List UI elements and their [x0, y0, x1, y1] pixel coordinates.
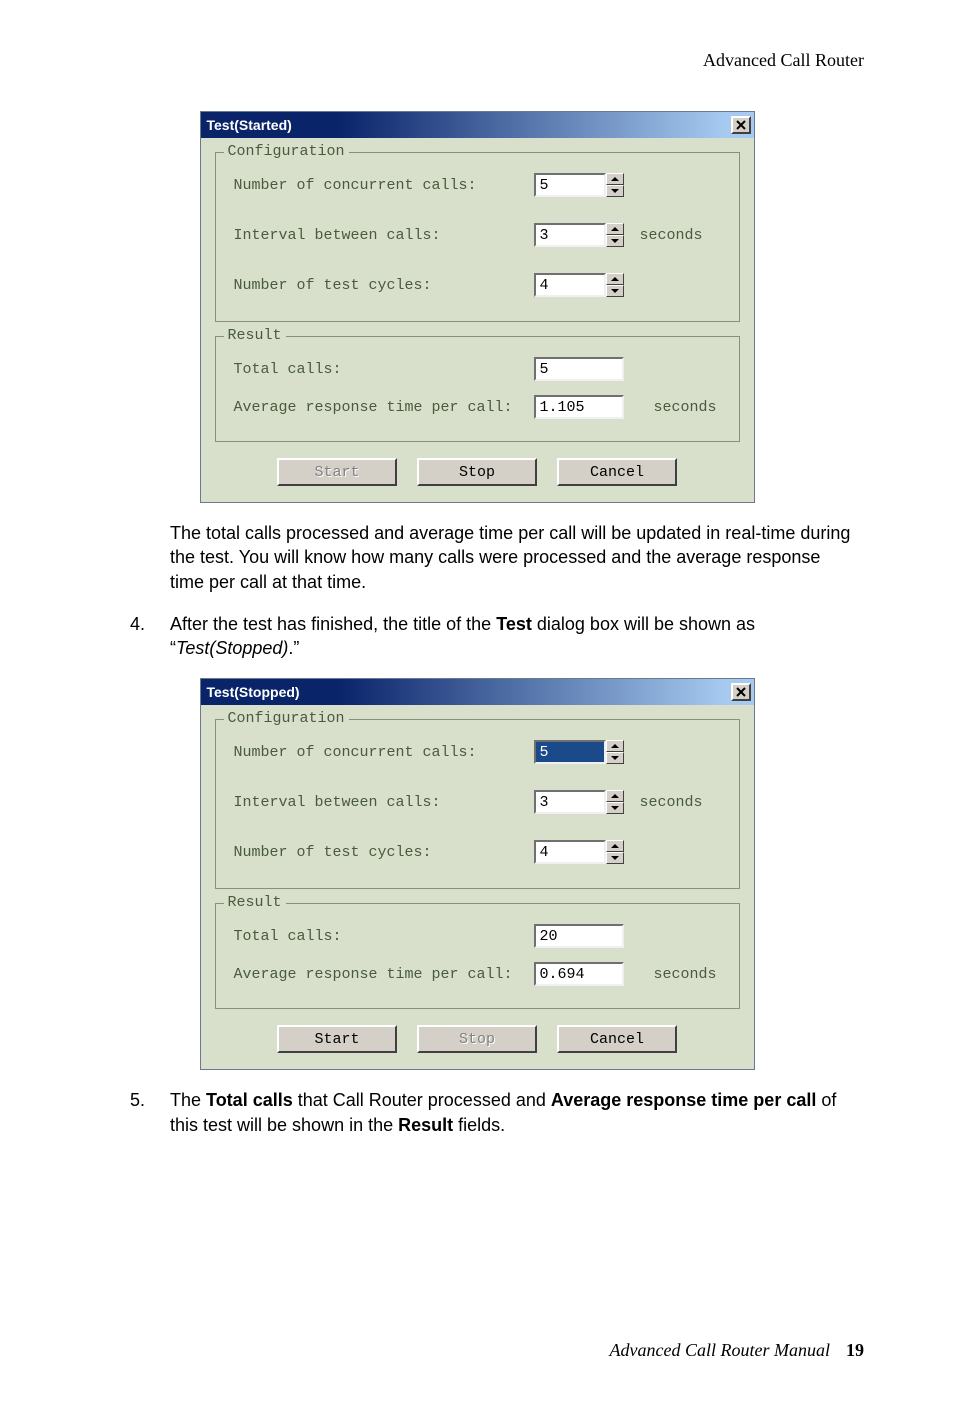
total-calls-value: 5 — [534, 357, 624, 381]
concurrent-calls-input[interactable] — [534, 740, 606, 764]
total-calls-value: 20 — [534, 924, 624, 948]
cycles-input[interactable] — [534, 273, 606, 297]
chevron-up-icon[interactable] — [606, 273, 624, 285]
interval-spinner[interactable] — [534, 790, 624, 814]
result-group: Result Total calls: 5 Average response t… — [215, 336, 740, 442]
chevron-down-icon[interactable] — [606, 185, 624, 197]
paragraph-realtime: The total calls processed and average ti… — [170, 521, 854, 594]
dialog-test-stopped: Test(Stopped) Configuration Number of co… — [200, 678, 755, 1070]
titlebar-started: Test(Started) — [201, 112, 754, 138]
chevron-down-icon[interactable] — [606, 852, 624, 864]
list-item-5: The Total calls that Call Router process… — [170, 1088, 864, 1137]
interval-label: Interval between calls: — [234, 794, 534, 811]
spinner-buttons[interactable] — [606, 790, 624, 814]
chevron-down-icon[interactable] — [606, 752, 624, 764]
chevron-down-icon[interactable] — [606, 235, 624, 247]
cycles-spinner[interactable] — [534, 840, 624, 864]
concurrent-calls-spinner[interactable] — [534, 740, 624, 764]
chevron-down-icon[interactable] — [606, 802, 624, 814]
dialog-title: Test(Stopped) — [207, 684, 300, 700]
chevron-up-icon[interactable] — [606, 223, 624, 235]
total-calls-label: Total calls: — [234, 361, 534, 378]
list-number-5: 5. — [130, 1088, 170, 1137]
page-header: Advanced Call Router — [90, 50, 864, 71]
configuration-group: Configuration Number of concurrent calls… — [215, 152, 740, 322]
list-item-4: After the test has finished, the title o… — [170, 612, 864, 661]
titlebar-stopped: Test(Stopped) — [201, 679, 754, 705]
spinner-buttons[interactable] — [606, 273, 624, 297]
spinner-buttons[interactable] — [606, 740, 624, 764]
result-legend: Result — [224, 894, 286, 911]
spinner-buttons[interactable] — [606, 173, 624, 197]
concurrent-calls-label: Number of concurrent calls: — [234, 744, 534, 761]
result-legend: Result — [224, 327, 286, 344]
chevron-up-icon[interactable] — [606, 840, 624, 852]
stop-button[interactable]: Stop — [417, 1025, 537, 1053]
chevron-up-icon[interactable] — [606, 740, 624, 752]
interval-spinner[interactable] — [534, 223, 624, 247]
seconds-unit: seconds — [654, 399, 717, 416]
stop-button[interactable]: Stop — [417, 458, 537, 486]
cycles-label: Number of test cycles: — [234, 277, 534, 294]
list-number-4: 4. — [130, 612, 170, 661]
spinner-buttons[interactable] — [606, 840, 624, 864]
dialog-title: Test(Started) — [207, 117, 292, 133]
chevron-down-icon[interactable] — [606, 285, 624, 297]
chevron-up-icon[interactable] — [606, 173, 624, 185]
concurrent-calls-spinner[interactable] — [534, 173, 624, 197]
close-icon[interactable] — [731, 683, 751, 701]
result-group: Result Total calls: 20 Average response … — [215, 903, 740, 1009]
interval-input[interactable] — [534, 223, 606, 247]
interval-input[interactable] — [534, 790, 606, 814]
dialog-test-started: Test(Started) Configuration Number of co… — [200, 111, 755, 503]
avg-response-value: 1.105 — [534, 395, 624, 419]
concurrent-calls-input[interactable] — [534, 173, 606, 197]
cycles-spinner[interactable] — [534, 273, 624, 297]
spinner-buttons[interactable] — [606, 223, 624, 247]
config-legend: Configuration — [224, 143, 349, 160]
avg-response-label: Average response time per call: — [234, 399, 534, 416]
configuration-group: Configuration Number of concurrent calls… — [215, 719, 740, 889]
cancel-button[interactable]: Cancel — [557, 458, 677, 486]
avg-response-value: 0.694 — [534, 962, 624, 986]
start-button[interactable]: Start — [277, 458, 397, 486]
chevron-up-icon[interactable] — [606, 790, 624, 802]
cycles-input[interactable] — [534, 840, 606, 864]
seconds-unit: seconds — [640, 227, 703, 244]
total-calls-label: Total calls: — [234, 928, 534, 945]
seconds-unit: seconds — [654, 966, 717, 983]
concurrent-calls-label: Number of concurrent calls: — [234, 177, 534, 194]
page-footer: Advanced Call Router Manual19 — [610, 1340, 864, 1361]
config-legend: Configuration — [224, 710, 349, 727]
start-button[interactable]: Start — [277, 1025, 397, 1053]
avg-response-label: Average response time per call: — [234, 966, 534, 983]
cycles-label: Number of test cycles: — [234, 844, 534, 861]
interval-label: Interval between calls: — [234, 227, 534, 244]
seconds-unit: seconds — [640, 794, 703, 811]
close-icon[interactable] — [731, 116, 751, 134]
cancel-button[interactable]: Cancel — [557, 1025, 677, 1053]
